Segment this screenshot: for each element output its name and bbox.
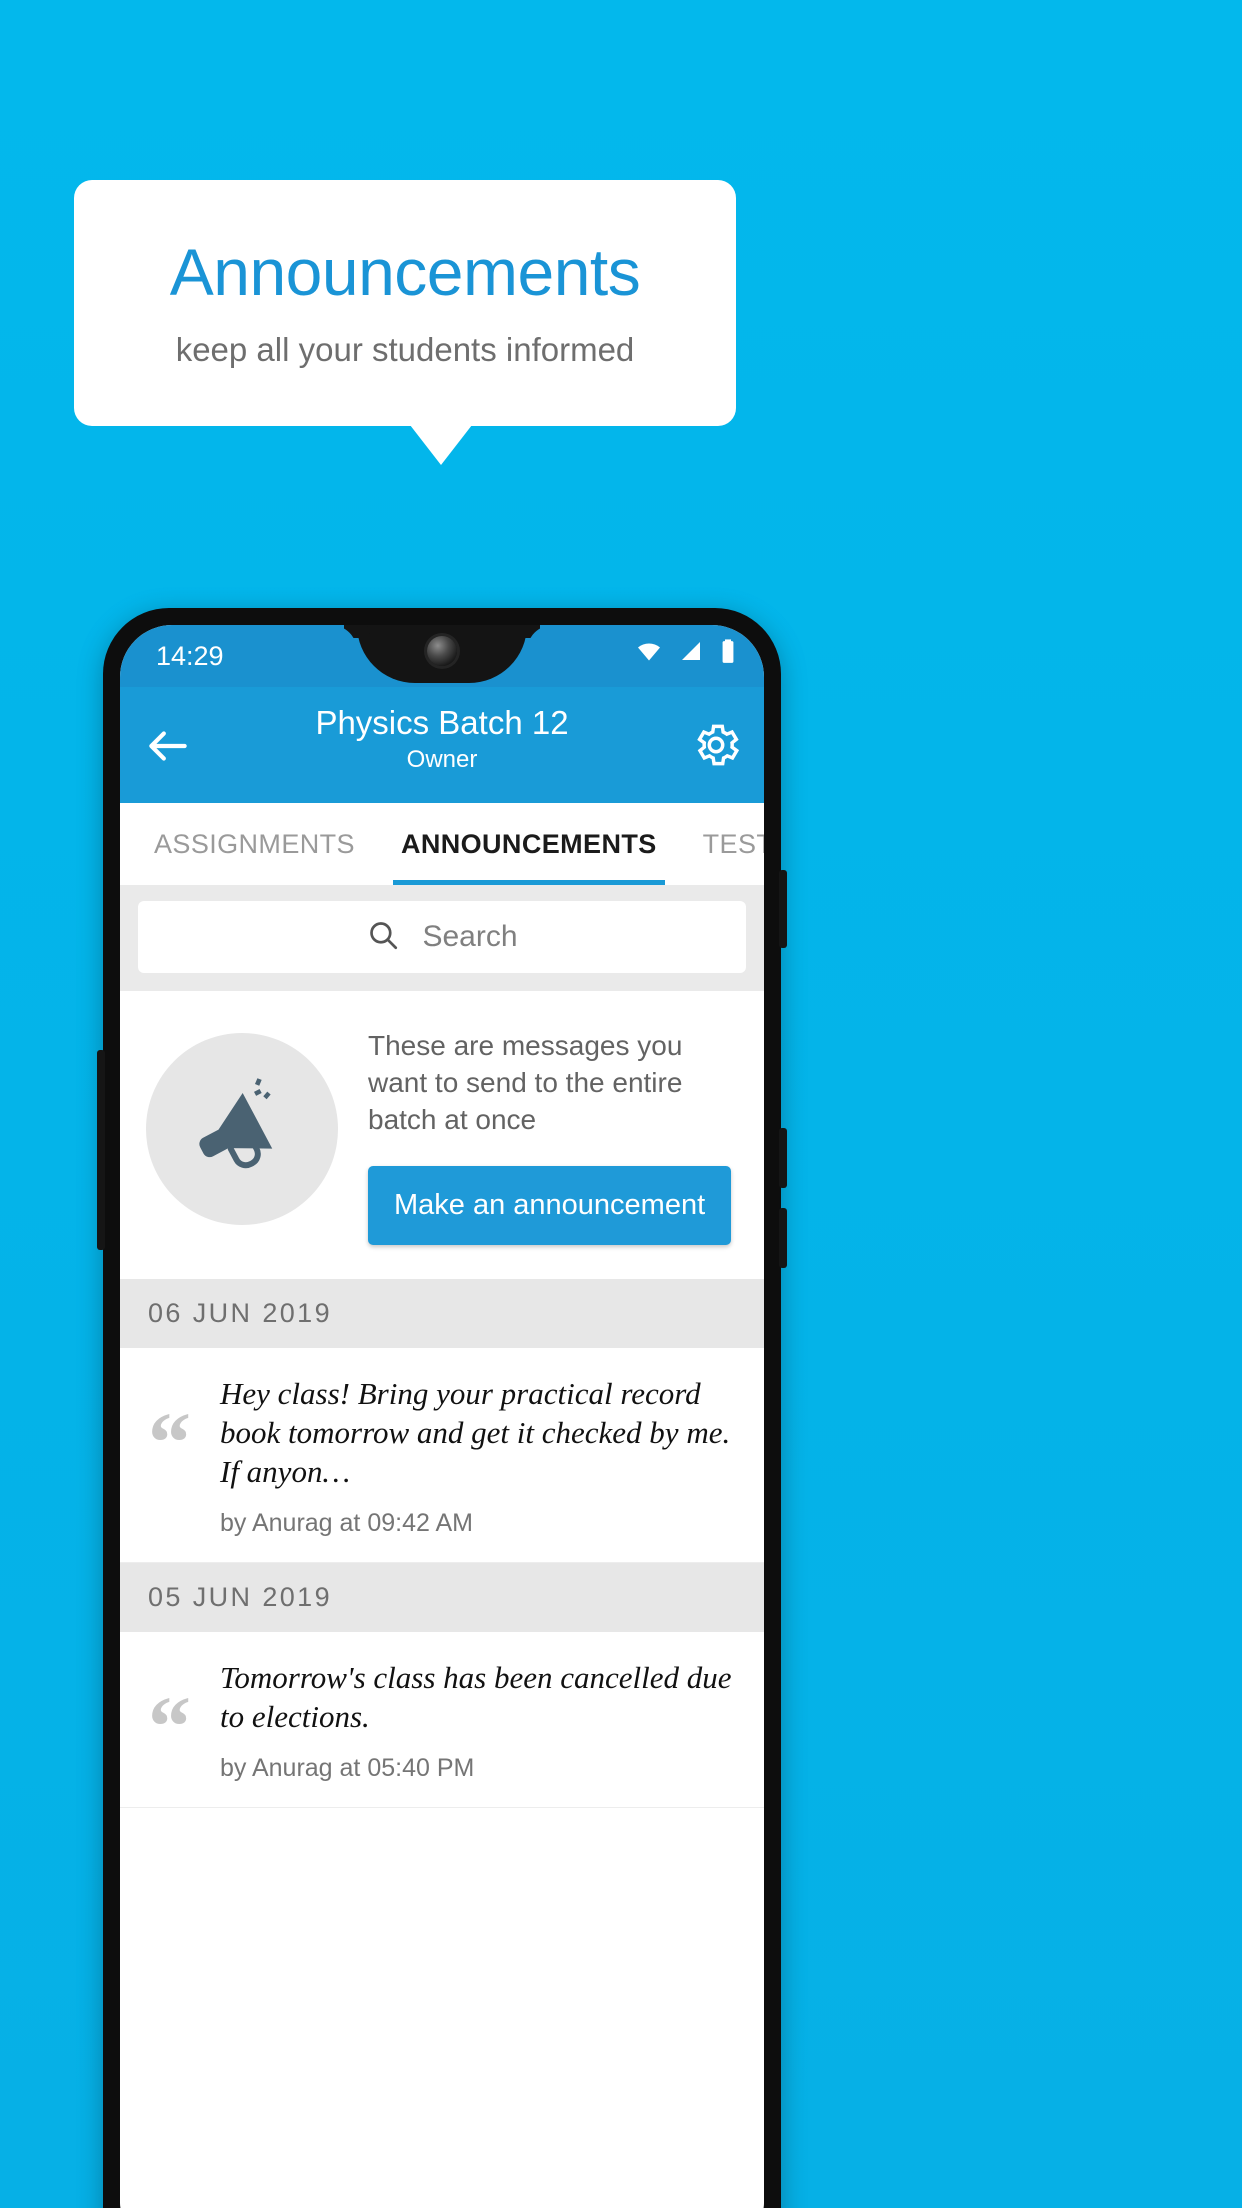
make-announcement-button[interactable]: Make an announcement	[368, 1166, 732, 1245]
tab-bar[interactable]: ASSIGNMENTS ANNOUNCEMENTS TESTS ‘	[120, 803, 764, 885]
search-icon	[366, 918, 400, 957]
battery-icon	[720, 639, 736, 670]
status-bar-icons	[634, 639, 736, 670]
announcement-meta: by Anurag at 09:42 AM	[220, 1509, 473, 1537]
cta-description: These are messages you want to send to t…	[368, 1030, 683, 1135]
search-input[interactable]: Search	[138, 901, 746, 973]
signal-icon	[678, 640, 706, 669]
promo-card: Announcements keep all your students inf…	[74, 180, 736, 426]
status-bar: 14:29	[120, 625, 764, 687]
announcement-row[interactable]: “ Tomorrow's class has been cancelled du…	[120, 1632, 764, 1808]
page-subtitle: Owner	[406, 746, 478, 773]
phone-device: 14:29 Physics Batch 12 Owner ASSIGNMENTS…	[97, 608, 787, 2208]
status-bar-clock: 14:29	[156, 641, 224, 671]
quote-icon: “	[148, 1394, 191, 1490]
tab-announcements[interactable]: ANNOUNCEMENTS	[392, 803, 665, 885]
announcement-cta: These are messages you want to send to t…	[120, 991, 764, 1279]
front-camera	[427, 636, 457, 666]
announcement-text: Hey class! Bring your practical record b…	[220, 1376, 731, 1489]
promo-title: Announcements	[169, 235, 641, 309]
app-bar: Physics Batch 12 Owner	[120, 687, 764, 803]
quote-icon: “	[148, 1678, 191, 1774]
page-title: Physics Batch 12	[315, 704, 569, 741]
search-area: Search	[120, 885, 764, 991]
megaphone-icon	[146, 1033, 338, 1225]
date-header: 06 JUN 2019	[120, 1279, 764, 1348]
phone-screen: 14:29 Physics Batch 12 Owner ASSIGNMENTS…	[120, 625, 764, 2208]
cta-content: These are messages you want to send to t…	[338, 1017, 738, 1245]
date-header: 05 JUN 2019	[120, 1563, 764, 1632]
promo-screenshot: Announcements keep all your students inf…	[0, 0, 1242, 2208]
search-placeholder: Search	[422, 920, 518, 953]
phone-side-button-2	[779, 1128, 787, 1188]
phone-side-button-3	[779, 1208, 787, 1268]
announcement-meta: by Anurag at 05:40 PM	[220, 1754, 475, 1782]
promo-subtitle: keep all your students informed	[175, 331, 635, 368]
announcement-body: Tomorrow's class has been cancelled due …	[220, 1658, 736, 1783]
announcement-text: Tomorrow's class has been cancelled due …	[220, 1660, 732, 1734]
announcement-row[interactable]: “ Hey class! Bring your practical record…	[120, 1348, 764, 1563]
promo-bubble-tail	[410, 425, 472, 465]
announcement-body: Hey class! Bring your practical record b…	[220, 1374, 736, 1538]
gear-icon[interactable]	[690, 719, 742, 771]
phone-volume-button	[97, 1050, 105, 1250]
phone-power-button	[779, 870, 787, 948]
tab-tests[interactable]: TESTS	[703, 803, 764, 885]
wifi-icon	[634, 640, 664, 669]
tab-assignments[interactable]: ASSIGNMENTS	[154, 803, 355, 885]
